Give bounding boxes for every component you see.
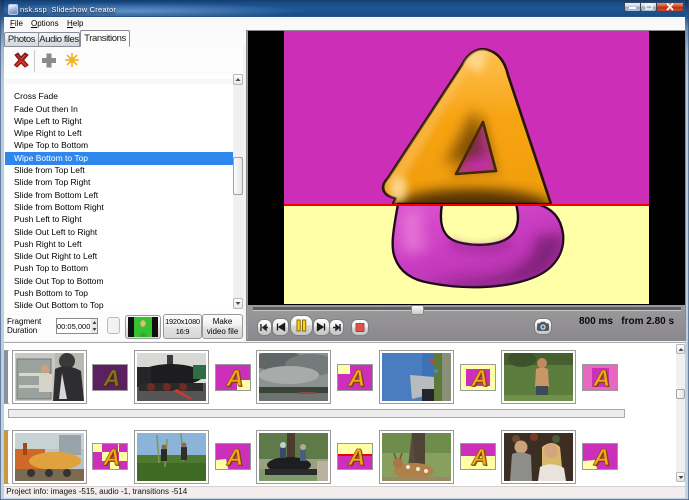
svg-text:A: A xyxy=(593,444,611,469)
svg-text:A: A xyxy=(226,444,244,469)
svg-text:A: A xyxy=(226,365,244,390)
svg-text:A: A xyxy=(471,365,489,390)
svg-text:A: A xyxy=(348,444,366,469)
svg-text:A: A xyxy=(593,365,611,390)
svg-text:A: A xyxy=(103,444,121,469)
svg-text:A: A xyxy=(471,444,489,469)
svg-text:A: A xyxy=(103,365,121,390)
svg-text:A: A xyxy=(348,365,366,390)
